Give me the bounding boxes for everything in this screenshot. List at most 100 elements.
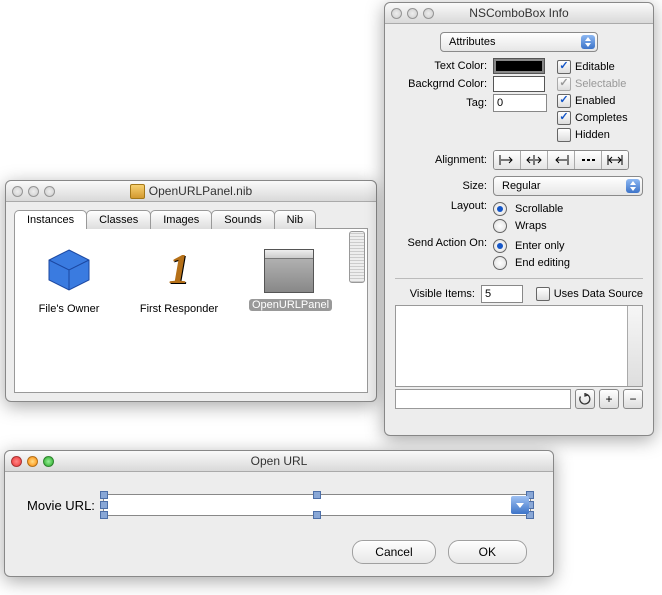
enabled-checkbox[interactable]	[557, 94, 571, 108]
object-first-responder[interactable]: 1 First Responder	[139, 243, 219, 392]
object-openurlpanel[interactable]: OpenURLPanel	[249, 243, 329, 392]
updown-arrows-icon	[629, 181, 637, 191]
align-natural-button[interactable]	[575, 151, 602, 169]
zoom-button[interactable]	[44, 186, 55, 197]
text-color-label: Text Color:	[395, 60, 487, 72]
tab-classes[interactable]: Classes	[86, 210, 151, 229]
selection-handle[interactable]	[100, 511, 108, 519]
object-files-owner[interactable]: File's Owner	[29, 243, 109, 392]
traffic-lights	[11, 456, 54, 467]
tab-sounds[interactable]: Sounds	[211, 210, 274, 229]
list-footer: + −	[395, 389, 643, 409]
layout-wraps-radio[interactable]	[493, 219, 507, 233]
zoom-button[interactable]	[43, 456, 54, 467]
completes-label: Completes	[575, 112, 628, 124]
selectable-row: Selectable	[557, 76, 643, 92]
send-action-end-radio[interactable]	[493, 256, 507, 270]
alignment-label: Alignment:	[395, 154, 487, 166]
size-popup[interactable]: Regular	[493, 176, 643, 196]
traffic-lights	[391, 8, 434, 19]
titlebar[interactable]: Open URL	[5, 451, 553, 472]
hidden-checkbox[interactable]	[557, 128, 571, 142]
tag-field[interactable]	[493, 94, 547, 112]
text-color-well[interactable]	[493, 58, 545, 74]
selectable-checkbox	[557, 77, 571, 91]
layout-scrollable-label: Scrollable	[515, 203, 563, 215]
hidden-row: Hidden	[557, 127, 643, 143]
close-button[interactable]	[391, 8, 402, 19]
uses-data-source-checkbox[interactable]	[536, 287, 550, 301]
nib-file-icon	[130, 184, 145, 199]
close-button[interactable]	[12, 186, 23, 197]
editable-label: Editable	[575, 61, 615, 73]
tab-images[interactable]: Images	[150, 210, 212, 229]
selection-handle[interactable]	[313, 511, 321, 519]
completes-row: Completes	[557, 110, 643, 126]
align-center-button[interactable]	[521, 151, 548, 169]
send-action-enter-radio[interactable]	[493, 239, 507, 253]
open-url-panel: Open URL Movie URL: Cancel OK	[4, 450, 554, 577]
tab-bar: Instances Classes Images Sounds Nib	[14, 210, 368, 229]
align-justify-button[interactable]	[602, 151, 628, 169]
selectable-label: Selectable	[575, 78, 626, 90]
window-title: Open URL	[5, 454, 553, 468]
enabled-label: Enabled	[575, 95, 615, 107]
enabled-row: Enabled	[557, 93, 643, 109]
minimize-button[interactable]	[28, 186, 39, 197]
visible-items-field[interactable]	[481, 285, 523, 303]
new-item-field[interactable]	[395, 389, 571, 409]
inspector-pane-popup[interactable]: Attributes	[440, 32, 598, 52]
visible-items-label: Visible Items:	[395, 288, 475, 300]
object-label: OpenURLPanel	[249, 299, 332, 311]
minimize-button[interactable]	[27, 456, 38, 467]
window-title: OpenURLPanel.nib	[6, 184, 376, 199]
alignment-segmented	[493, 150, 629, 170]
send-action-label: Send Action On:	[395, 237, 487, 249]
view-mode-switcher[interactable]	[349, 231, 365, 283]
nib-document-window: OpenURLPanel.nib Instances Classes Image…	[5, 180, 377, 402]
add-button[interactable]: +	[599, 389, 619, 409]
send-action-end-label: End editing	[515, 257, 570, 269]
object-label: File's Owner	[39, 303, 100, 315]
panel-icon	[264, 249, 314, 293]
zoom-button[interactable]	[423, 8, 434, 19]
editable-checkbox[interactable]	[557, 60, 571, 74]
selection-handle[interactable]	[100, 501, 108, 509]
selection-handle[interactable]	[313, 491, 321, 499]
size-label: Size:	[395, 180, 487, 192]
separator	[395, 278, 643, 279]
titlebar[interactable]: NSComboBox Info	[385, 3, 653, 24]
align-left-button[interactable]	[494, 151, 521, 169]
tab-nib[interactable]: Nib	[274, 210, 317, 229]
completes-checkbox[interactable]	[557, 111, 571, 125]
inspector-window: NSComboBox Info Attributes Text Color: B…	[384, 2, 654, 436]
bg-color-well[interactable]	[493, 76, 545, 92]
minimize-button[interactable]	[407, 8, 418, 19]
items-list[interactable]	[395, 305, 643, 387]
first-responder-icon: 1	[152, 243, 206, 297]
layout-wraps-label: Wraps	[515, 220, 547, 232]
uses-data-source-label: Uses Data Source	[554, 288, 643, 300]
titlebar[interactable]: OpenURLPanel.nib	[6, 181, 376, 202]
movie-url-label: Movie URL:	[27, 498, 95, 513]
hidden-label: Hidden	[575, 129, 610, 141]
tab-instances[interactable]: Instances	[14, 210, 87, 229]
instances-view: File's Owner 1 First Responder OpenURLPa…	[14, 228, 368, 393]
cancel-button[interactable]: Cancel	[352, 540, 435, 564]
send-action-enter-label: Enter only	[515, 240, 565, 252]
popup-value: Regular	[502, 180, 541, 192]
movie-url-combobox[interactable]	[103, 494, 531, 516]
window-title-text: Open URL	[251, 454, 308, 468]
align-right-button[interactable]	[548, 151, 575, 169]
refresh-button[interactable]	[575, 389, 595, 409]
combobox-arrow-button[interactable]	[511, 496, 529, 514]
layout-scrollable-radio[interactable]	[493, 202, 507, 216]
remove-button[interactable]: −	[623, 389, 643, 409]
close-button[interactable]	[11, 456, 22, 467]
cube-icon	[42, 243, 96, 297]
traffic-lights	[12, 186, 55, 197]
scrollbar[interactable]	[627, 306, 642, 386]
ok-button[interactable]: OK	[448, 540, 527, 564]
selection-handle[interactable]	[100, 491, 108, 499]
popup-value: Attributes	[449, 36, 495, 48]
